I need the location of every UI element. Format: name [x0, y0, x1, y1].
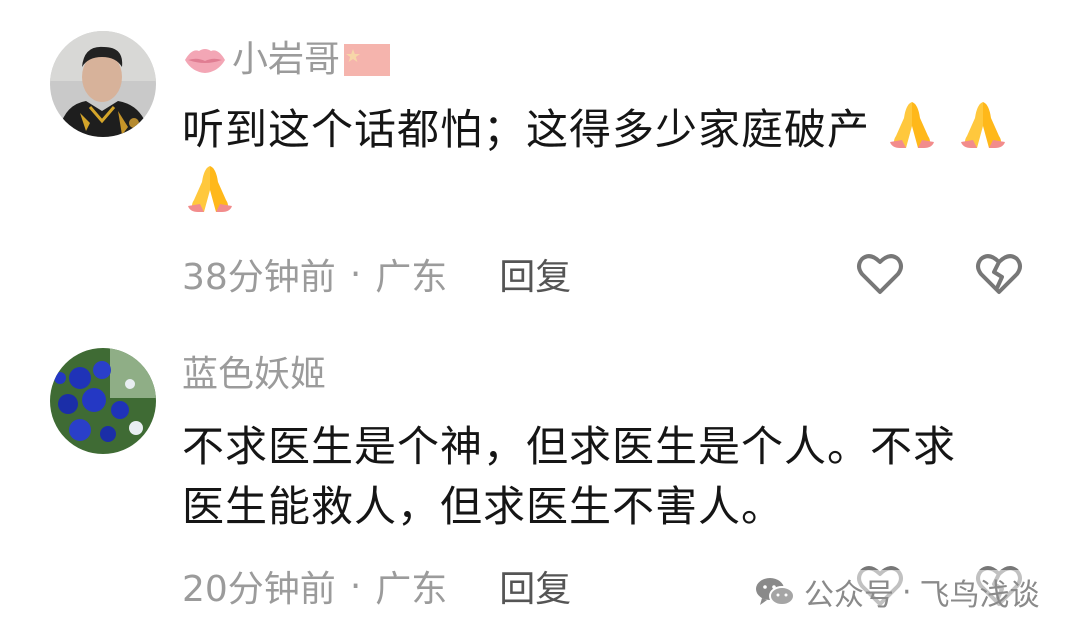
comment-time: 20分钟前	[182, 569, 336, 610]
comment-body-line-2: 医生能救人，但求医生不害人。	[182, 482, 785, 531]
meta-separator: ·	[349, 565, 362, 607]
username[interactable]: 小岩哥	[232, 36, 340, 84]
comment-body: 听到这个话都怕；这得多少家庭破产	[182, 105, 871, 154]
folded-hands-icon	[960, 102, 1005, 148]
user-avatar[interactable]	[50, 348, 156, 454]
comment-location: 广东	[375, 569, 448, 610]
lips-icon	[185, 49, 225, 73]
reply-button[interactable]: 回复	[499, 560, 571, 612]
reply-button[interactable]: 回复	[499, 248, 571, 300]
username[interactable]: 蓝色妖姬	[182, 351, 326, 399]
comment-item: 小岩哥 听到这个话都怕；这得多少家庭破产 38分钟前 · 广东 回复	[0, 0, 1080, 320]
comment-location: 广东	[375, 257, 448, 298]
like-heart-icon[interactable]	[856, 252, 904, 296]
watermark-account: 飞鸟浅谈	[919, 578, 1040, 613]
watermark-separator: ·	[902, 574, 912, 610]
folded-hands-icon	[890, 102, 935, 148]
comment-text: 不求医生是个神，但求医生是个人。不求 医生能救人，但求医生不害人。	[182, 417, 1012, 537]
username-row: 小岩哥	[182, 36, 391, 84]
watermark: 公众号 · 飞鸟浅谈	[754, 570, 1040, 614]
broken-heart-icon[interactable]	[975, 252, 1023, 296]
watermark-label: 公众号	[804, 578, 894, 613]
folded-hands-icon	[188, 166, 232, 212]
comment-text: 听到这个话都怕；这得多少家庭破产	[182, 96, 1012, 224]
comment-body-line-1: 不求医生是个神，但求医生是个人。不求	[182, 422, 957, 471]
meta-separator: ·	[349, 253, 362, 295]
comment-time: 38分钟前	[182, 257, 336, 298]
username-row: 蓝色妖姬	[182, 351, 326, 399]
user-photo-icon	[50, 31, 156, 137]
user-avatar[interactable]	[50, 31, 156, 137]
flag-icon	[344, 44, 391, 76]
comment-meta: 20分钟前 · 广东 回复	[182, 560, 571, 612]
comment-meta: 38分钟前 · 广东 回复	[182, 248, 571, 300]
blue-roses-icon	[50, 348, 156, 454]
wechat-icon	[756, 578, 795, 606]
